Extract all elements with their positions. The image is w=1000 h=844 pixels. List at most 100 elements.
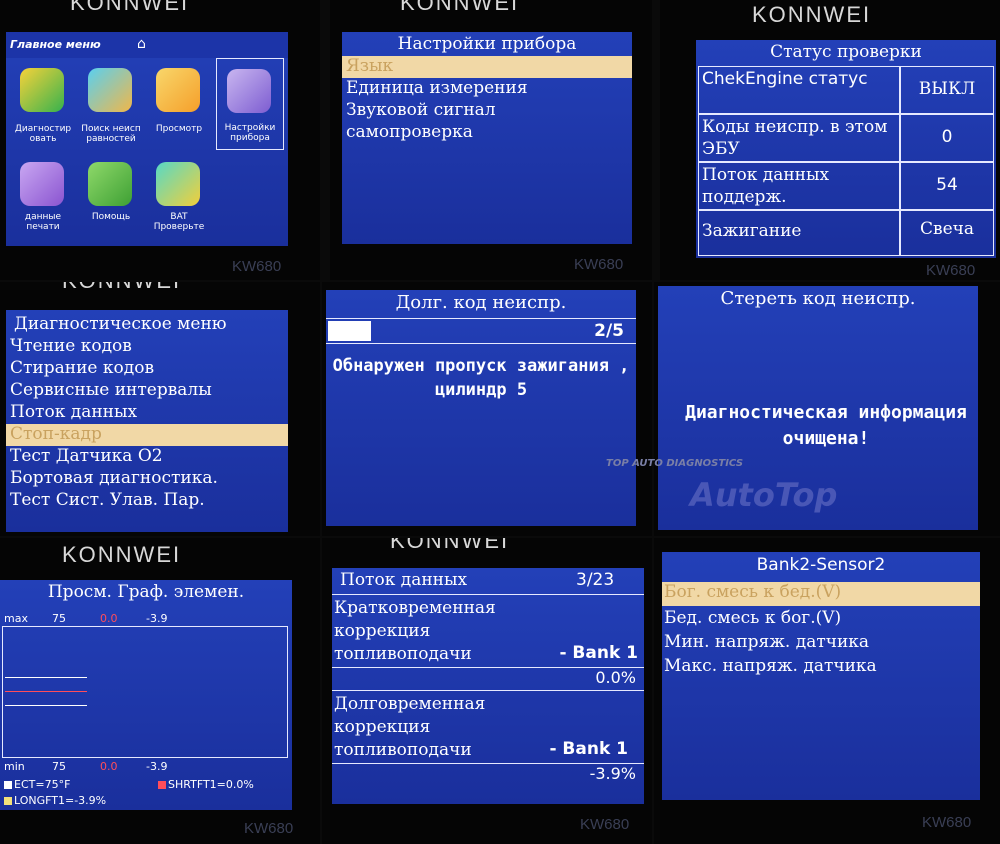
menu-item-device-settings[interactable]: Настройки прибора: [216, 58, 284, 150]
stream-item-bank: - Bank 1: [559, 643, 638, 663]
brand-logo: KONNWEI: [390, 538, 510, 553]
status-value: 54: [936, 175, 958, 195]
panel-main-menu: KONNWEI Главное меню ⌂ Диагностир овать …: [0, 0, 320, 280]
menu-item-battery[interactable]: BAT Проверьте: [146, 162, 212, 242]
status-label: Поток данных поддерж.: [702, 165, 830, 207]
settings-item-selftest[interactable]: самопроверка: [342, 122, 632, 142]
stream-counter: 3/23: [576, 570, 615, 590]
status-value-cell: 54: [900, 162, 994, 210]
model-label: KW680: [244, 820, 294, 837]
graph-legend-shrtft: SHRTFT1=0.0%: [158, 778, 254, 791]
diag-item-o2-test[interactable]: Тест Датчика O2: [6, 446, 288, 466]
status-value: 0: [941, 127, 953, 147]
brand-logo: KONNWEI: [400, 0, 520, 15]
sensor-item-rich-to-lean[interactable]: Бог. смесь к бед.(V): [662, 582, 980, 606]
graph-screen: Просм. Граф. элемен. max 75 0.0 -3.9 min…: [0, 580, 292, 810]
brand-logo: KONNWEI: [62, 542, 182, 567]
main-menu-title: Главное меню: [10, 38, 101, 51]
status-value-cell: Свеча: [900, 210, 994, 256]
pending-title: Долг. код неиспр.: [395, 292, 567, 313]
stream-value-long-term: -3.9%: [589, 764, 636, 783]
model-label: KW680: [232, 258, 282, 275]
menu-item-help[interactable]: Помощь: [78, 162, 144, 242]
graph-min-shrtft: 0.0: [100, 760, 118, 773]
panel-device-settings: KONNWEI Настройки прибора Язык Единица и…: [330, 0, 652, 280]
brand-logo: KONNWEI: [62, 282, 181, 294]
sensor-item-min-voltage[interactable]: Мин. напряж. датчика: [662, 632, 980, 652]
settings-item-language[interactable]: Язык: [342, 56, 632, 78]
status-value-cell: ВЫКЛ: [900, 66, 994, 114]
menu-item-label: данные печати: [24, 212, 62, 232]
menu-item-fault-search[interactable]: Поиск неисп равностей: [78, 68, 144, 146]
sensor-item-lean-to-rich[interactable]: Бед. смесь к бог.(V): [662, 608, 980, 628]
settings-item-beep[interactable]: Звуковой сигнал: [342, 100, 632, 120]
battery-icon: [156, 162, 200, 206]
graph-min-label: min: [4, 760, 25, 773]
menu-item-label: Поиск неисп равностей: [81, 124, 141, 144]
legend-swatch: [4, 797, 12, 805]
panel-graph-view: KONNWEI Просм. Граф. элемен. max 75 0.0 …: [0, 538, 320, 844]
main-menu-header: Главное меню ⌂: [6, 32, 288, 58]
diag-item-read-codes[interactable]: Чтение кодов: [6, 336, 288, 356]
diag-item-erase-codes[interactable]: Стирание кодов: [6, 358, 288, 378]
help-icon: [88, 162, 132, 206]
home-icon[interactable]: ⌂: [137, 36, 146, 52]
model-label: KW680: [926, 262, 976, 279]
graph-min-longft: -3.9: [146, 760, 168, 773]
status-label-cell: Зажигание: [698, 210, 900, 256]
menu-item-label: Диагностир овать: [14, 124, 72, 144]
menu-item-label: BAT Проверьте: [153, 212, 205, 232]
graph-line-longft: [5, 705, 87, 706]
stream-item-bank: - Bank 1: [549, 739, 628, 759]
brand-logo: KONNWEI: [752, 2, 872, 27]
menu-item-diagnose[interactable]: Диагностир овать: [10, 68, 76, 146]
graph-max-ect: 75: [52, 612, 66, 625]
view-icon: [156, 68, 200, 112]
diag-item-freeze-frame[interactable]: Стоп-кадр: [6, 424, 288, 446]
diag-item-onboard[interactable]: Бортовая диагностика.: [6, 468, 288, 488]
menu-item-print[interactable]: данные печати: [10, 162, 76, 242]
panel-diag-menu: KONNWEI Диагностическое меню Чтение кодо…: [0, 282, 320, 536]
graph-max-shrtft: 0.0: [100, 612, 118, 625]
status-title: Статус проверки: [770, 42, 922, 62]
stream-item-label: Долговременная коррекция топливоподачи: [334, 694, 486, 760]
graph-title: Просм. Граф. элемен.: [47, 582, 245, 602]
graph-plot-area: [2, 626, 288, 758]
brand-logo: KONNWEI: [70, 0, 190, 15]
graph-line-ect: [5, 677, 87, 678]
status-label: Коды неиспр. в этом ЭБУ: [702, 117, 888, 159]
printer-icon: [20, 162, 64, 206]
pending-progress-bar: [328, 321, 371, 341]
menu-item-view[interactable]: Просмотр: [146, 68, 212, 146]
legend-swatch: [4, 781, 12, 789]
diagnose-icon: [20, 68, 64, 112]
panel-sensor-menu: Bank2-Sensor2 Бог. смесь к бед.(V) Бед. …: [654, 538, 1000, 844]
status-value: ВЫКЛ: [918, 79, 976, 99]
stream-item-short-term: Кратковременная коррекция топливоподачи …: [332, 594, 644, 668]
pending-progress-row: 2/5: [326, 318, 636, 344]
stream-title: Поток данных: [340, 570, 468, 590]
pending-counter: 2/5: [594, 321, 624, 341]
model-label: KW680: [580, 816, 630, 833]
diag-item-evap[interactable]: Тест Сист. Улав. Пар.: [6, 490, 288, 510]
menu-item-label: Просмотр: [155, 124, 203, 134]
menu-item-label: Помощь: [91, 212, 131, 222]
graph-line-shrtft: [5, 691, 87, 692]
legend-label: ECT=75°F: [14, 778, 71, 791]
panel-check-status: KONNWEI Статус проверки ChekEngine стату…: [660, 0, 1000, 280]
erase-message: Диагностическая информация очищена!: [685, 402, 967, 449]
stream-item-long-term: Долговременная коррекция топливоподачи -…: [332, 690, 644, 764]
diag-item-service[interactable]: Сервисные интервалы: [6, 380, 288, 400]
watermark-logo: AutoTop: [690, 476, 838, 514]
stream-item-label: Кратковременная коррекция топливоподачи: [334, 598, 496, 664]
settings-item-units[interactable]: Единица измерения: [342, 78, 632, 98]
sensor-item-max-voltage[interactable]: Макс. напряж. датчика: [662, 656, 980, 676]
diag-title: Диагностическое меню: [14, 314, 227, 334]
erase-title: Стереть код неиспр.: [720, 288, 916, 309]
settings-title: Настройки прибора: [397, 34, 577, 54]
legend-label: SHRTFT1=0.0%: [168, 778, 254, 791]
graph-min-ect: 75: [52, 760, 66, 773]
status-label-cell: ChekEngine статус: [698, 66, 900, 114]
menu-item-label: Настройки прибора: [224, 123, 276, 143]
diag-item-data-stream[interactable]: Поток данных: [6, 402, 288, 422]
